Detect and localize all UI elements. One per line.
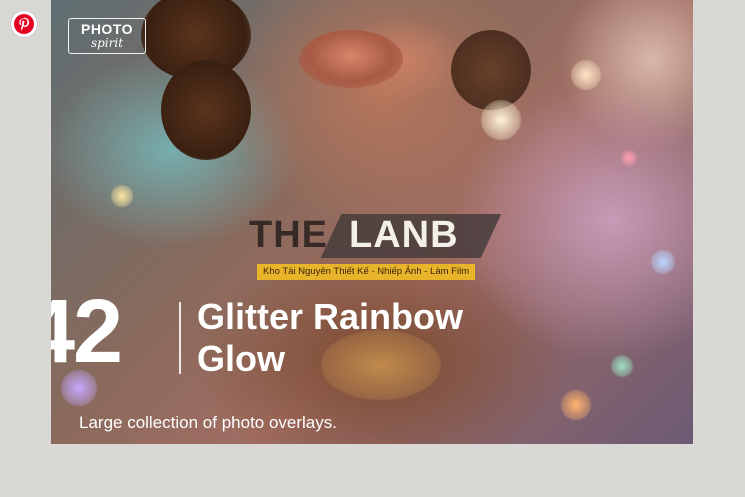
product-title-line1: Glitter Rainbow (197, 296, 464, 337)
watermark-right-text: LANB (349, 214, 459, 256)
sparkle (111, 185, 133, 207)
sparkle (561, 390, 591, 420)
hair-curl (451, 30, 531, 110)
brand-logo-line1: PHOTO (80, 21, 134, 37)
title-divider (179, 302, 181, 374)
pinterest-icon (14, 14, 34, 34)
sparkle (651, 250, 675, 274)
product-image[interactable]: PHOTO spirit THE LANB Kho Tài Nguyên Thi… (51, 0, 693, 444)
watermark-logo: THE LANB (249, 214, 502, 262)
sparkle (621, 150, 637, 166)
product-subtitle: Large collection of photo overlays. (79, 413, 337, 432)
hair-curl (161, 60, 251, 160)
pinterest-save-button[interactable] (11, 11, 37, 37)
watermark-tagline: Kho Tài Nguyên Thiết Kế - Nhiếp Ảnh - Là… (257, 264, 476, 280)
product-title-line2: Glow (197, 338, 285, 379)
watermark-left-text: THE (249, 214, 328, 256)
brand-logo: PHOTO spirit (68, 18, 146, 54)
sparkle (571, 60, 601, 90)
product-title: Glitter Rainbow Glow (197, 296, 617, 380)
brand-logo-line2: spirit (90, 36, 124, 50)
product-number: 42 (51, 282, 123, 382)
lips-detail (299, 30, 403, 88)
sparkle (481, 100, 521, 140)
